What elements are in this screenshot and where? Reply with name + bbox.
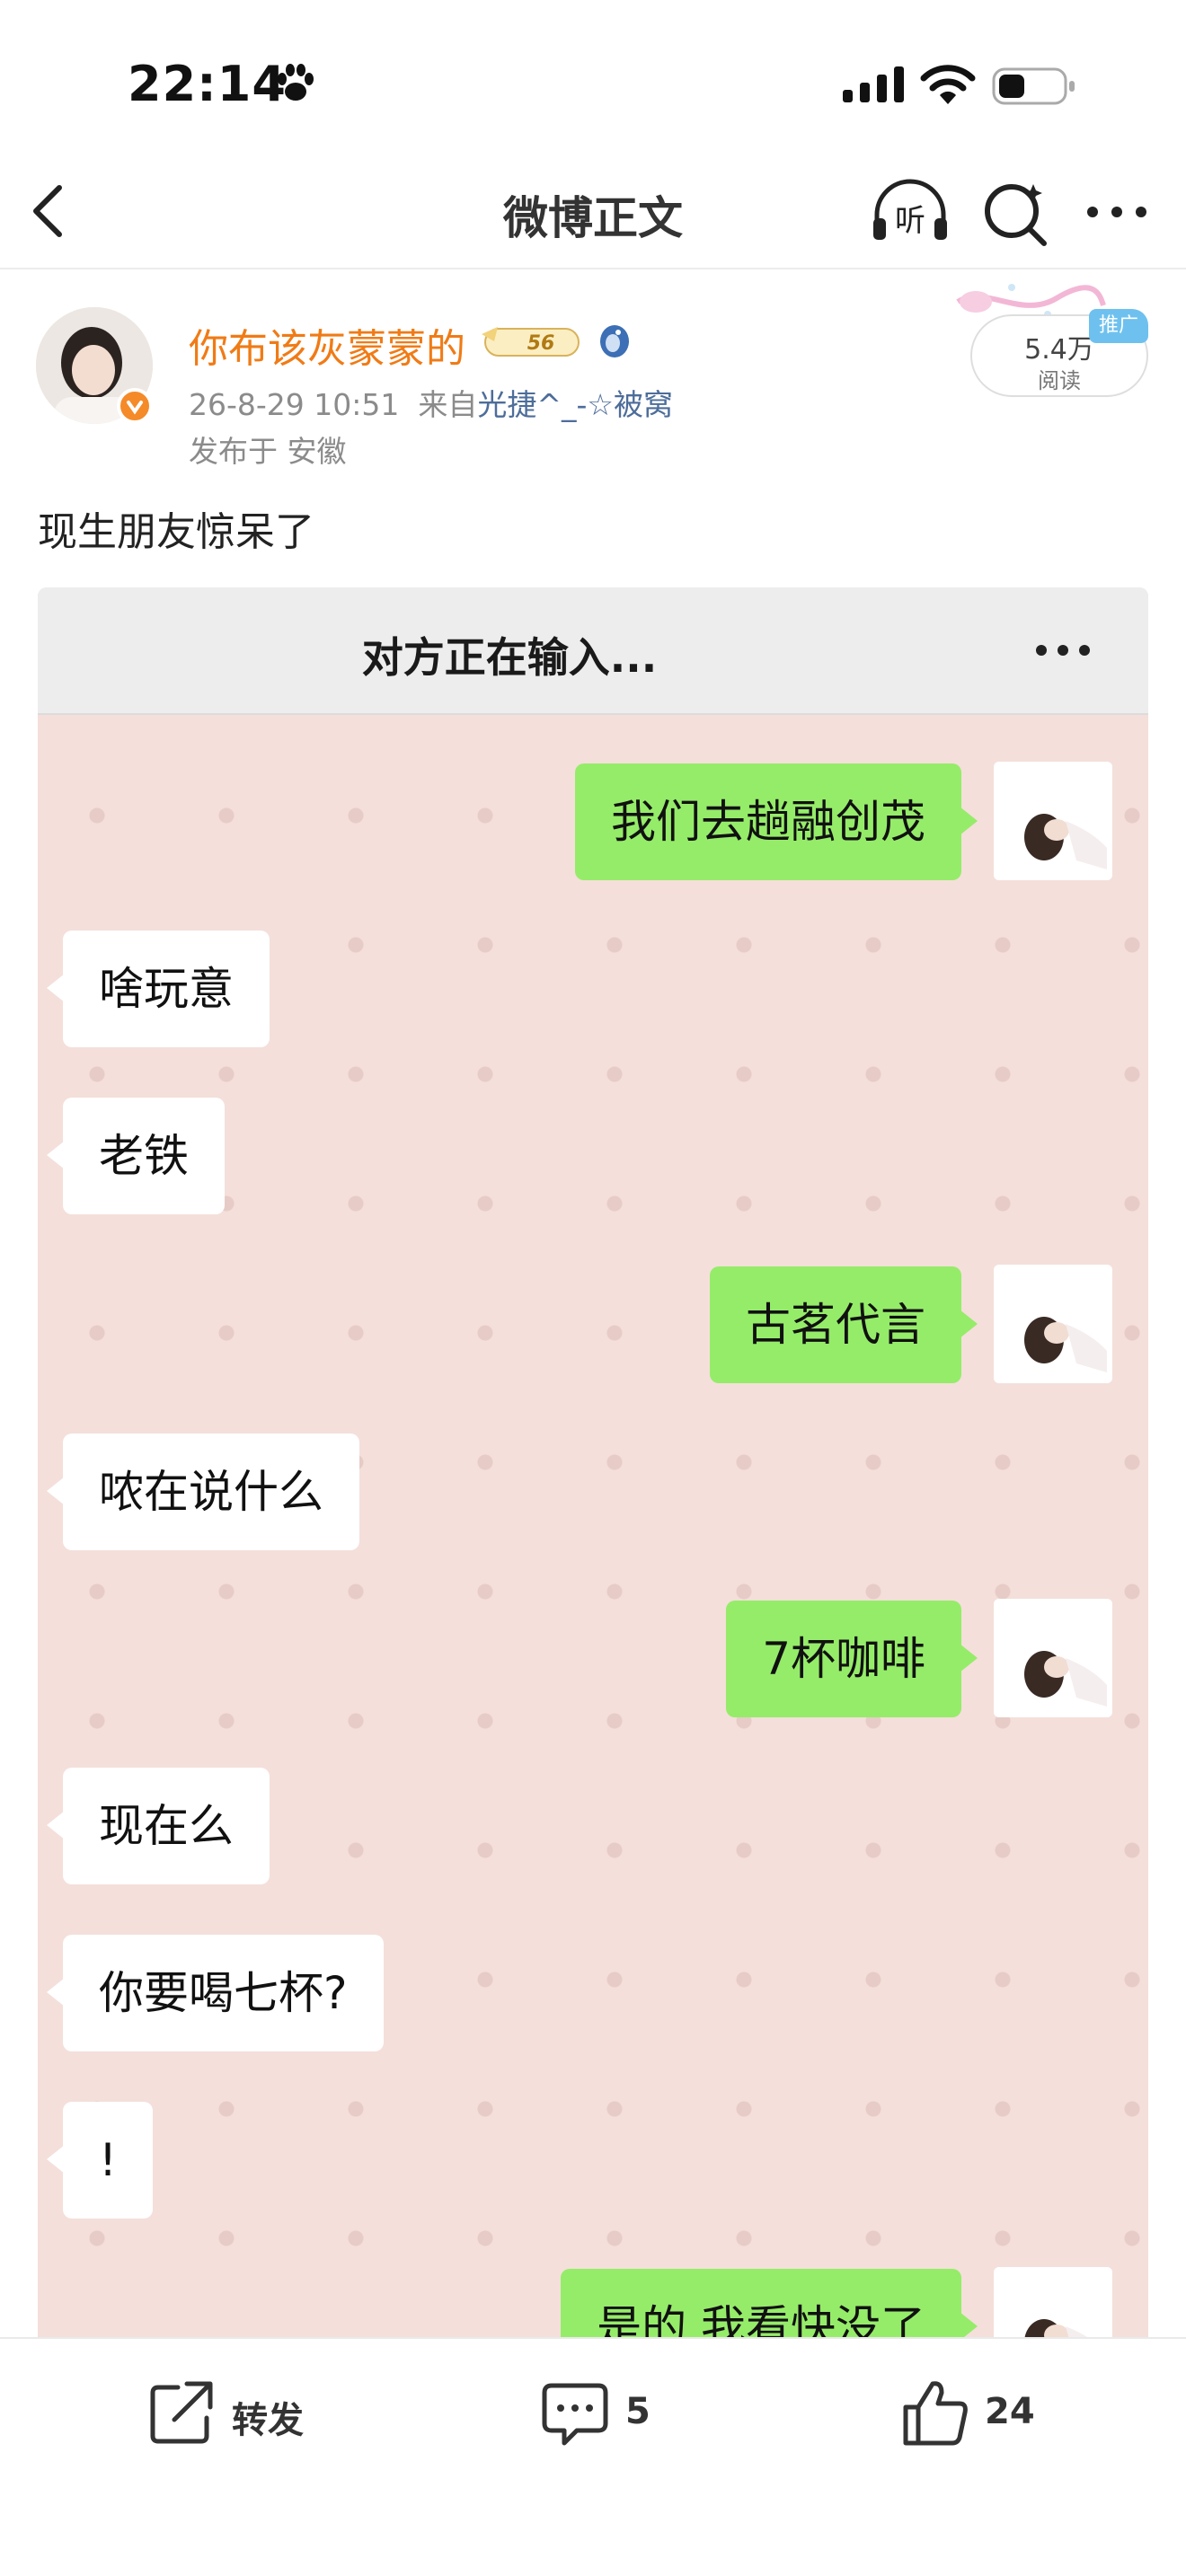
status-time: 22:14 (128, 56, 287, 112)
post-text: 现生朋友惊呆了 (38, 509, 314, 555)
chat-bubble-received: ! (46, 2102, 154, 2219)
chat-title: 对方正在输入... (361, 633, 658, 682)
search-icon[interactable] (979, 177, 1051, 249)
read-label: 阅读 (1038, 368, 1081, 393)
chat-header: 对方正在输入... (38, 587, 1148, 715)
thumbs-up-icon (903, 2381, 968, 2446)
chat-bubble-received: 啥玩意 (47, 931, 270, 1047)
post-source-link[interactable]: 光捷^_-☆被窝 (477, 387, 673, 422)
repost-button[interactable]: 转发 (146, 2377, 325, 2448)
chat-bubble-sent: 古茗代言 (710, 1266, 978, 1383)
wifi-icon (920, 65, 976, 104)
member-level-badge-icon: 56 (482, 327, 580, 357)
chat-bubble-sent: 7杯咖啡 (726, 1601, 978, 1717)
post-timestamp: 26-8-29 10:51 (189, 387, 400, 422)
chat-bubble-received: 现在么 (47, 1768, 270, 1884)
nav-bar: 微博正文 听 (0, 157, 1186, 269)
comment-bubble-icon (542, 2383, 608, 2446)
chat-sender-avatar (994, 762, 1112, 880)
fish-badge-icon (600, 325, 629, 357)
comment-button[interactable]: 5 (539, 2377, 692, 2448)
share-icon (150, 2381, 213, 2444)
post-source-prefix: 来自 (418, 387, 478, 422)
chat-more-icon (1036, 645, 1090, 656)
chat-screenshot-image[interactable]: 对方正在输入... 我们去趟融创茂 啥玩意 老铁 古茗代言 哝在说什么 7杯咖啡… (38, 587, 1148, 2576)
like-button[interactable]: 24 (898, 2377, 1051, 2448)
more-options-icon[interactable] (1084, 190, 1150, 234)
chat-bubble-sent: 我们去趟融创茂 (575, 763, 978, 880)
chat-bubble-received: 你要喝七杯? (47, 1935, 384, 2051)
cellular-signal-icon (843, 66, 904, 102)
chat-bubble-received: 哝在说什么 (47, 1434, 359, 1550)
like-count: 24 (985, 2391, 1035, 2432)
chat-bubble-received: 老铁 (47, 1098, 225, 1214)
promoted-tag: 推广 (1089, 309, 1148, 343)
post-meta: 26-8-29 10:51 来自光捷^_-☆被窝 (189, 381, 673, 424)
author-name[interactable]: 你布该灰蒙蒙的 (189, 316, 465, 374)
status-bar: 22:14 (0, 0, 1186, 157)
post-location: 发布于 安徽 (189, 434, 347, 469)
verified-badge-icon (117, 388, 153, 424)
repost-label: 转发 (232, 2400, 304, 2441)
comment-count: 5 (625, 2391, 651, 2432)
member-level-text: 56 (527, 332, 555, 355)
paw-icon (278, 64, 314, 101)
bottom-action-bar: 转发 5 24 (0, 2337, 1186, 2576)
chat-sender-avatar (994, 1599, 1112, 1717)
listen-headphones-icon[interactable]: 听 (870, 175, 951, 247)
listen-label: 听 (895, 203, 925, 239)
chat-sender-avatar (994, 1265, 1112, 1383)
battery-icon (992, 67, 1075, 105)
